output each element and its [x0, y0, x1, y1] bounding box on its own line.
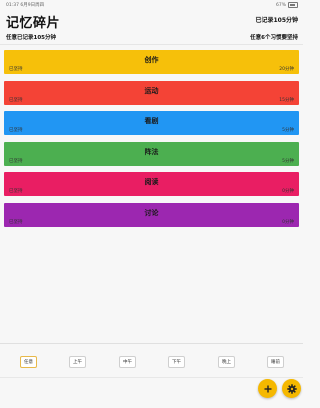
habit-status: 已坚持 [9, 67, 23, 72]
habit-duration: 5分钟 [282, 158, 294, 164]
time-filter-bar: 任意 上午 中午 下午 晚上 睡前 [0, 356, 303, 370]
filter-afternoon-button[interactable]: 下午 [168, 356, 185, 368]
habit-bar[interactable]: 运动 已坚持 15分钟 [4, 80, 299, 105]
habit-bar[interactable]: 阵法 已坚持 5分钟 [4, 141, 299, 166]
habit-duration: 0分钟 [282, 219, 294, 225]
habit-duration: 5分钟 [282, 128, 294, 134]
add-button[interactable] [258, 379, 277, 398]
settings-button[interactable] [282, 379, 301, 398]
habit-list: 创作 已坚持 20分钟 运动 已坚持 15分钟 看剧 已坚持 5分钟 阵法 已坚… [4, 50, 299, 234]
battery-icon [288, 2, 298, 8]
plus-icon [264, 385, 271, 392]
filter-bedtime-button[interactable]: 睡前 [267, 356, 284, 368]
habit-label: 讨论 [144, 208, 159, 217]
footer-divider [0, 377, 303, 378]
filter-morning-button[interactable]: 上午 [69, 356, 86, 368]
habit-duration: 20分钟 [279, 67, 294, 72]
habit-label: 运动 [144, 86, 159, 95]
habit-status: 已坚持 [9, 97, 23, 103]
habit-label: 创作 [144, 56, 159, 64]
habit-label: 阅读 [144, 178, 159, 187]
filter-evening-button[interactable]: 晚上 [218, 356, 235, 368]
battery-percent: 67% [275, 2, 286, 8]
habit-label: 看剧 [144, 117, 159, 126]
status-time-date: 01:37 6月9日周四 [6, 3, 45, 8]
habit-bar[interactable]: 看剧 已坚持 5分钟 [4, 111, 299, 136]
filter-any-button[interactable]: 任意 [20, 356, 37, 368]
status-bar: 01:37 6月9日周四 67% [0, 0, 303, 10]
habit-duration: 0分钟 [282, 189, 294, 195]
habit-status: 已坚持 [9, 219, 23, 225]
summary-right: 任意6个习惯要坚持 [250, 35, 298, 41]
habit-status: 已坚持 [9, 158, 23, 164]
filter-noon-button[interactable]: 中午 [119, 356, 136, 368]
page-title: 记忆碎片 [6, 16, 61, 31]
header-divider [0, 44, 303, 45]
habit-status: 已坚持 [9, 189, 23, 195]
gear-icon [286, 383, 297, 394]
filter-divider [0, 343, 303, 344]
summary-left: 任意已记录105分钟 [6, 35, 56, 41]
recorded-total: 已记录105分钟 [255, 17, 298, 24]
habit-label: 阵法 [144, 147, 159, 156]
habit-status: 已坚持 [9, 128, 23, 134]
habit-bar[interactable]: 创作 已坚持 20分钟 [4, 50, 299, 74]
status-right: 67% [276, 2, 298, 8]
habit-bar[interactable]: 阅读 已坚持 0分钟 [4, 172, 299, 197]
habit-duration: 15分钟 [279, 97, 294, 103]
habit-bar[interactable]: 讨论 已坚持 0分钟 [4, 202, 299, 227]
